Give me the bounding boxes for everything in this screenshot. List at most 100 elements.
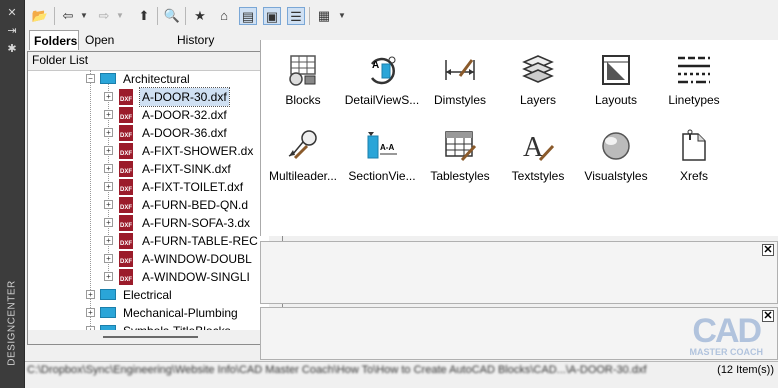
close-palette-icon[interactable]: ✕ [4,6,20,20]
status-path: C:\Dropbox\Sync\Engineering\Website Info… [27,364,647,376]
expand-icon[interactable]: + [104,128,113,137]
tree-file[interactable]: + DXF A-WINDOW-DOUBL [28,250,268,268]
forward-icon[interactable]: ⇨ [95,7,113,25]
views-dropdown-icon[interactable]: ▼ [337,7,347,25]
dxf-file-icon: DXF [119,179,133,195]
tree-item-label: A-WINDOW-SINGLI [142,270,250,284]
expand-icon[interactable]: + [104,200,113,209]
expand-icon[interactable]: + [86,290,95,299]
tree-item-label: Mechanical-Plumbing [123,306,238,320]
back-icon[interactable]: ⇦ [59,7,77,25]
tree-folder[interactable]: + Mechanical-Plumbing [28,304,268,322]
toolbar-separator [185,7,186,25]
scroll-thumb[interactable] [103,336,198,338]
up-icon[interactable]: ⬆ [135,7,153,25]
tree-file[interactable]: + DXF A-FIXT-TOILET.dxf [28,178,268,196]
folder-icon [100,73,116,84]
collapse-icon[interactable]: − [86,74,95,83]
content-item-label: Tablestyles [430,169,490,183]
tree-item-label: A-FURN-TABLE-REC [142,234,258,248]
search-icon[interactable]: 🔍 [163,7,181,25]
content-item[interactable]: A-A SectionVie... [343,128,421,183]
close-preview-icon[interactable]: ✕ [762,244,774,256]
tree-folder[interactable]: − Architectural [28,70,268,88]
expand-icon[interactable]: + [104,92,113,101]
expand-icon[interactable]: + [104,272,113,281]
tree-item-label: Architectural [123,72,190,86]
folder-list-title: Folder List [32,53,89,67]
tree-file[interactable]: + DXF A-FIXT-SINK.dxf [28,160,268,178]
tree-file[interactable]: + DXF A-DOOR-32.dxf [28,106,268,124]
tab-open-drawings[interactable]: Open Drawings [81,30,171,67]
tree-item-label: A-FURN-SOFA-3.dx [142,216,251,230]
back-dropdown-icon[interactable]: ▼ [79,7,89,25]
tree-item-label: A-DOOR-30.dxf [139,87,230,107]
preview-icon[interactable]: ▣ [263,7,281,25]
multileader-styles-icon [285,128,321,164]
home-icon[interactable]: ⌂ [215,7,233,25]
layers-icon [520,52,556,88]
content-item[interactable]: Dimstyles [421,52,499,107]
expand-icon[interactable]: + [104,110,113,119]
palette-title: DESIGNCENTER [6,280,18,366]
close-description-icon[interactable]: ✕ [762,310,774,322]
expand-icon[interactable]: + [104,218,113,227]
blocks-icon [285,52,321,88]
tree-item-label: Electrical [123,288,172,302]
load-icon[interactable]: 📂 [31,7,49,25]
forward-dropdown-icon[interactable]: ▼ [115,7,125,25]
content-item[interactable]: Xrefs [655,128,733,183]
dimstyles-icon [442,52,478,88]
content-item[interactable]: Layers [499,52,577,107]
tree-file[interactable]: + DXF A-FURN-SOFA-3.dx [28,214,268,232]
expand-icon[interactable]: + [86,308,95,317]
tab-folders[interactable]: Folders [29,30,79,50]
tree-file[interactable]: + DXF A-DOOR-30.dxf [28,87,268,107]
toolbar-separator [54,7,55,25]
tree-folder[interactable]: + Electrical [28,286,268,304]
content-item[interactable]: A Textstyles [499,128,577,183]
tree-item-label: A-FURN-BED-QN.d [142,198,249,212]
dxf-file-icon: DXF [119,233,133,249]
tree-file[interactable]: + DXF A-FURN-TABLE-REC [28,232,268,250]
tree-file[interactable]: + DXF A-FIXT-SHOWER.dx [28,142,268,160]
folder-icon [100,307,116,318]
expand-icon[interactable]: + [104,146,113,155]
content-item[interactable]: Blocks [264,52,342,107]
content-item[interactable]: Visualstyles [577,128,655,183]
item-count: (12 Item(s)) [717,364,774,376]
favorites-icon[interactable]: ★ [191,7,209,25]
tab-history[interactable]: History [173,30,223,50]
dxf-file-icon: DXF [119,197,133,213]
properties-icon[interactable]: ✱ [4,42,20,56]
tree-file[interactable]: + DXF A-FURN-BED-QN.d [28,196,268,214]
tree-folder[interactable]: +Symbols-TitleBlocks [28,322,268,330]
preview-pane: ✕ [260,241,778,304]
tree-file[interactable]: + DXF A-DOOR-36.dxf [28,124,268,142]
linetypes-icon [676,52,712,88]
palette-side-bar: ✕ ⇥ ✱ DESIGNCENTER [0,0,24,388]
expand-icon[interactable]: + [104,182,113,191]
auto-hide-icon[interactable]: ⇥ [4,24,20,38]
content-item[interactable]: Layouts [577,52,655,107]
tree-horizontal-scrollbar[interactable] [28,330,282,344]
content-item[interactable]: Multileader... [264,128,342,183]
content-item-label: SectionVie... [348,169,416,183]
expand-icon[interactable]: + [104,254,113,263]
description-icon[interactable]: ☰ [287,7,305,25]
tree-file[interactable]: + DXF A-WINDOW-SINGLI [28,268,268,286]
expand-icon[interactable]: + [104,164,113,173]
expand-icon[interactable]: + [104,236,113,245]
content-item[interactable]: A DetailViewS... [343,52,421,107]
content-item[interactable]: Tablestyles [421,128,499,183]
content-item[interactable]: Linetypes [655,52,733,107]
folder-tree[interactable]: − Architectural + DXF A-DOOR-30.dxf + DXF A-DOO… [28,70,268,330]
folder-icon [100,289,116,300]
content-item-label: Dimstyles [433,93,486,107]
views-icon[interactable]: ▦ [315,7,333,25]
tree-view-toggle-icon[interactable]: ▤ [239,7,257,25]
folder-list-header: Folder List ✕ [28,52,282,71]
content-item-label: Layouts [594,93,638,107]
tree-item-label: A-DOOR-36.dxf [142,126,227,140]
dxf-file-icon: DXF [119,161,133,177]
